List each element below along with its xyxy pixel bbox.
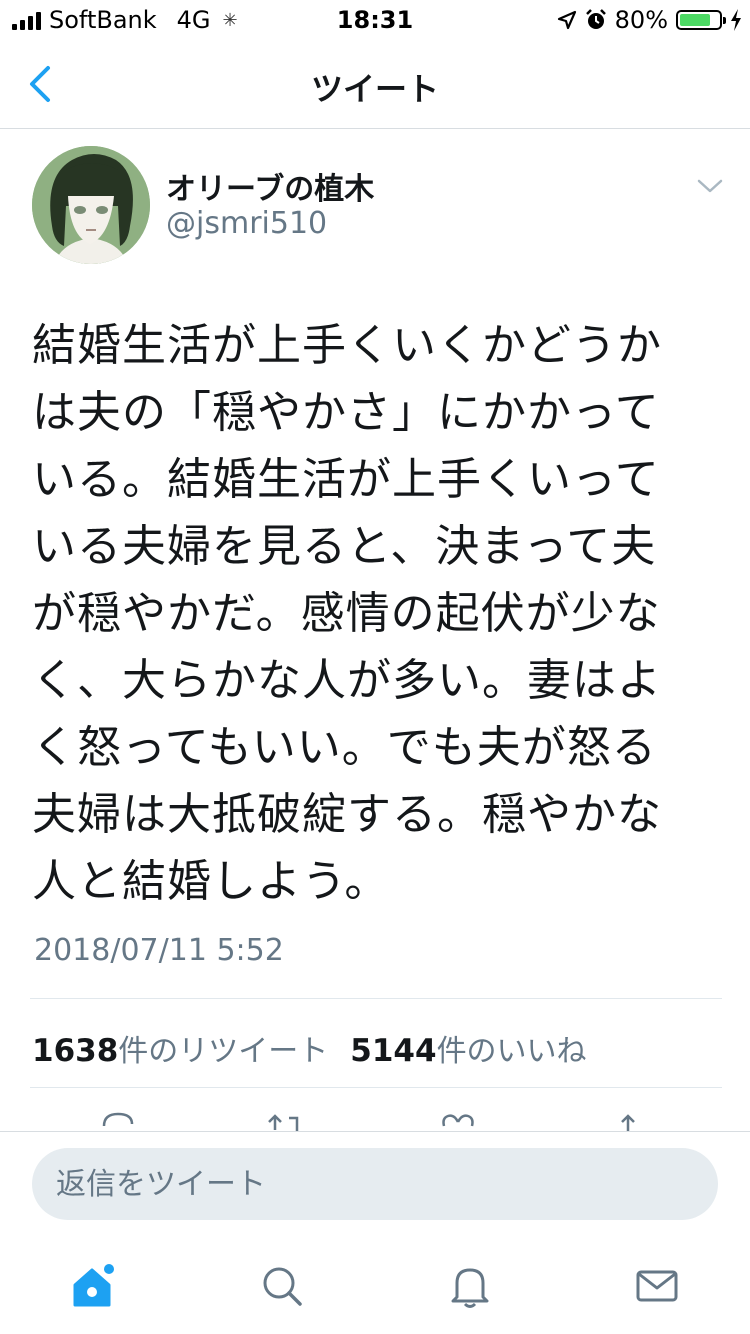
avatar-illustration <box>32 146 150 264</box>
tweet-actions <box>0 1108 750 1132</box>
avatar[interactable] <box>32 146 150 264</box>
retweet-label: 件のリツイート <box>118 1034 329 1069</box>
search-icon <box>263 1267 302 1306</box>
tweet-text-line: く怒ってもいい。でも夫が怒る <box>32 722 657 773</box>
divider <box>30 998 722 999</box>
reply-icon[interactable] <box>100 1110 136 1132</box>
battery-fill <box>680 14 711 26</box>
tweet-text: 結婚生活が上手くいくかどうか は夫の「穏やかさ」にかかって いる。結婚生活が上手… <box>32 312 722 915</box>
tweet-text-line: く、大らかな人が多い。妻はよ <box>32 655 662 706</box>
status-bar: SoftBank 4G ✳ 18:31 80% <box>0 0 750 40</box>
tweet-text-line: は夫の「穏やかさ」にかかって <box>32 387 660 438</box>
bell-icon <box>451 1268 489 1308</box>
tweet-text-line: 結婚生活が上手くいくかどうか <box>32 320 662 371</box>
home-icon <box>73 1264 114 1307</box>
tweet-text-line: いる。結婚生活が上手くいって <box>32 454 660 505</box>
battery-icon <box>676 10 726 30</box>
envelope-icon <box>636 1270 678 1302</box>
charging-bolt-icon <box>731 9 741 31</box>
reply-bar <box>0 1131 750 1242</box>
tweet-timestamp: 2018/07/11 5:52 <box>34 933 284 968</box>
divider <box>30 1087 722 1088</box>
chevron-down-icon[interactable] <box>696 176 724 196</box>
retweet-icon[interactable] <box>265 1110 305 1132</box>
like-count: 5144 <box>350 1033 437 1069</box>
share-icon[interactable] <box>616 1110 640 1132</box>
display-name[interactable]: オリーブの植木 <box>166 164 374 208</box>
tab-messages[interactable] <box>627 1261 687 1311</box>
tweet-text-line: 人と結婚しよう。 <box>32 856 390 907</box>
tab-search[interactable] <box>252 1261 312 1311</box>
reply-input[interactable] <box>32 1148 718 1220</box>
retweet-stat[interactable]: 1638件のリツイート <box>32 1033 329 1069</box>
location-arrow-icon <box>557 10 576 30</box>
tweet-text-line: 夫婦は大抵破綻する。穏やかな <box>32 789 662 840</box>
tab-bar <box>0 1241 750 1334</box>
status-bar-right: 80% <box>557 6 742 34</box>
alarm-icon <box>585 9 606 29</box>
like-icon[interactable] <box>440 1110 476 1132</box>
tweet-stats: 1638件のリツイート 5144件のいいね <box>32 1026 587 1070</box>
like-label: 件のいいね <box>436 1034 587 1069</box>
page-title: ツイート <box>310 70 439 108</box>
tweet-text-line: が穏やかだ。感情の起伏が少な <box>32 588 661 639</box>
nav-bar: ツイート <box>0 40 750 129</box>
tab-home[interactable] <box>64 1261 124 1311</box>
tab-notifications[interactable] <box>440 1261 500 1311</box>
like-stat[interactable]: 5144件のいいね <box>350 1033 587 1069</box>
username[interactable]: @jsmri510 <box>166 206 327 241</box>
battery-percent: 80% <box>614 6 668 34</box>
retweet-count: 1638 <box>32 1033 119 1069</box>
tweet-text-line: いる夫婦を見ると、決まって夫 <box>32 521 657 572</box>
